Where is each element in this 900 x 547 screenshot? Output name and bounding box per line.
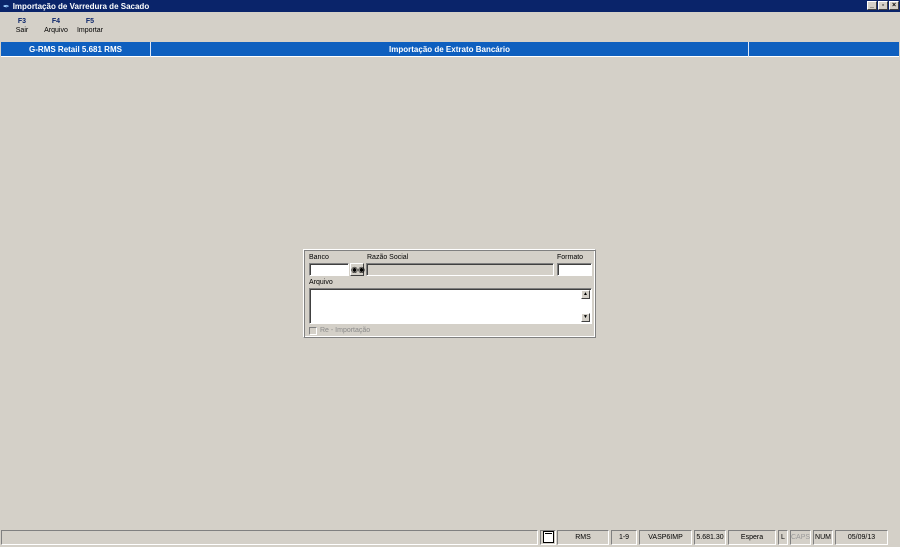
- file-key: F4: [51, 18, 61, 25]
- status-date: 05/09/13: [835, 530, 888, 545]
- binoculars-icon[interactable]: ◉◉: [350, 263, 365, 276]
- import-button[interactable]: F5 Importar: [73, 12, 107, 41]
- restore-button[interactable]: ▫: [878, 1, 888, 10]
- import-label: Importar: [76, 27, 104, 34]
- window-controls: _ ▫ ×: [867, 1, 899, 10]
- format-label: Formato: [557, 254, 584, 261]
- toolbar: F3 Sair F4 Arquivo F5 Importar: [0, 12, 900, 41]
- file-path-label: Arquivo: [309, 279, 333, 286]
- status-version: 5.681.30: [694, 530, 726, 545]
- exit-key: F3: [17, 18, 27, 25]
- import-key: F5: [85, 18, 95, 25]
- file-button[interactable]: F4 Arquivo: [39, 12, 73, 41]
- status-program: VASP6IMP: [639, 530, 692, 545]
- scroll-up-button[interactable]: ▲: [581, 290, 590, 299]
- import-form-panel: Banco Razão Social Formato ◉◉ Arquivo ▲ …: [303, 249, 596, 338]
- document-icon: [543, 531, 554, 543]
- title-bar: ✒ Importação de Varredura de Sacado _ ▫ …: [0, 0, 900, 12]
- file-label: Arquivo: [44, 27, 68, 34]
- reimport-label: Re - Importação: [320, 327, 371, 334]
- status-mode: L: [778, 530, 788, 545]
- file-path-textarea[interactable]: [309, 288, 592, 324]
- status-state: Espera: [728, 530, 776, 545]
- system-name: G-RMS Retail 5.681 RMS: [1, 42, 151, 57]
- header-right: [749, 42, 899, 57]
- status-message: [1, 530, 538, 545]
- minimize-button[interactable]: _: [867, 1, 877, 10]
- bank-label: Banco: [309, 254, 329, 261]
- window-title: Importação de Varredura de Sacado: [12, 1, 150, 11]
- reimport-checkbox[interactable]: [309, 327, 317, 335]
- status-bar: RMS 1-9 VASP6IMP 5.681.30 Espera L CAPS …: [0, 530, 900, 545]
- exit-button[interactable]: F3 Sair: [5, 12, 39, 41]
- exit-label: Sair: [15, 27, 29, 34]
- format-input[interactable]: [557, 263, 592, 276]
- status-num: NUM: [813, 530, 833, 545]
- status-user: RMS: [557, 530, 609, 545]
- status-caps: CAPS: [790, 530, 811, 545]
- bank-input[interactable]: [309, 263, 349, 276]
- company-name-field: [366, 263, 554, 276]
- screen-title: Importação de Extrato Bancário: [151, 42, 749, 57]
- header-bar: G-RMS Retail 5.681 RMS Importação de Ext…: [1, 42, 899, 57]
- close-button[interactable]: ×: [889, 1, 899, 10]
- app-icon: ✒: [3, 1, 10, 11]
- status-range: 1-9: [611, 530, 637, 545]
- company-name-label: Razão Social: [367, 254, 409, 261]
- scroll-down-button[interactable]: ▼: [581, 313, 590, 322]
